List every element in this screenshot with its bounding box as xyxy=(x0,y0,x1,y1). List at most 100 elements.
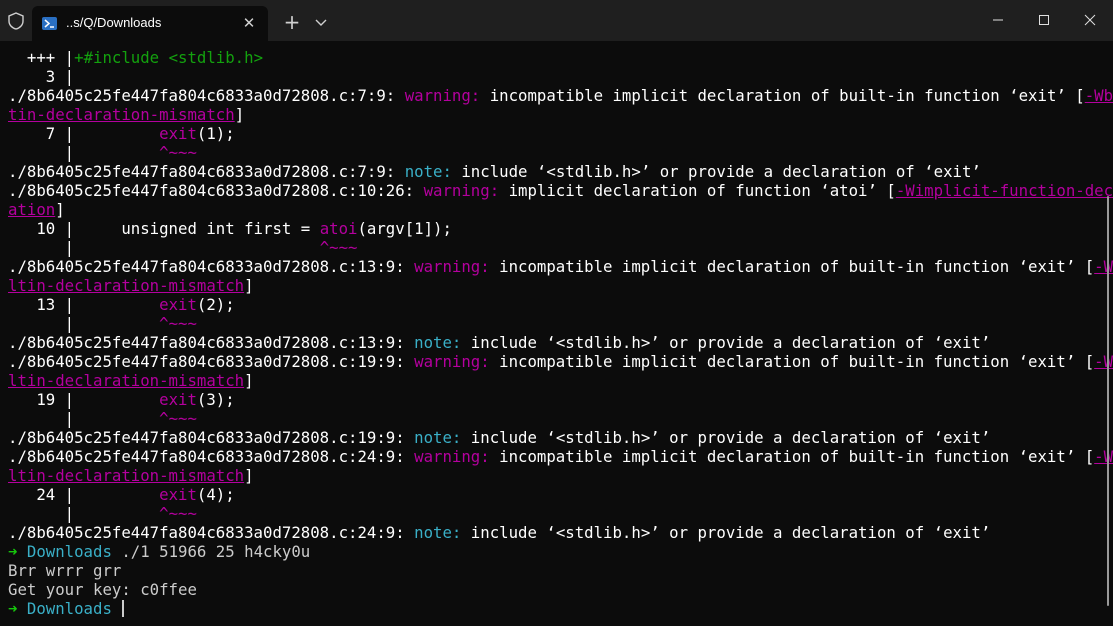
terminal-text: ’ xyxy=(971,162,981,181)
powershell-icon xyxy=(42,17,57,30)
terminal-text: ’ or provide a declaration of ‘ xyxy=(650,428,944,447)
terminal-text: ’ [ xyxy=(1056,86,1085,105)
terminal-text: +#include <stdlib.h> xyxy=(74,48,264,67)
terminal-line: ltin-declaration-mismatch] xyxy=(8,276,1105,295)
terminal-text: ./8b6405c25fe447fa804c6833a0d72808.c:24:… xyxy=(8,447,415,466)
terminal-text: | xyxy=(8,409,160,428)
minimize-icon xyxy=(993,19,1003,21)
terminal-text: incompatible implicit declaration of bui… xyxy=(489,352,1029,371)
terminal-text: warning: xyxy=(423,181,500,200)
terminal-text: | xyxy=(8,238,320,257)
terminal-line: ./8b6405c25fe447fa804c6833a0d72808.c:19:… xyxy=(8,428,1105,447)
close-button[interactable] xyxy=(1067,0,1113,40)
terminal-text: -Wbuil xyxy=(1084,86,1113,105)
terminal-text: atoi xyxy=(319,219,358,238)
terminal-line: Get your key: c0ffee xyxy=(8,580,1105,599)
terminal-text: -Wbui xyxy=(1094,447,1113,466)
terminal-text: ./8b6405c25fe447fa804c6833a0d72808.c:10:… xyxy=(8,181,424,200)
terminal-text: ltin-declaration-mismatch xyxy=(8,371,245,390)
terminal-line: | ^~~~ xyxy=(8,504,1105,523)
terminal-text: Get your key: c0ffee xyxy=(8,580,197,599)
terminal-text: atoi xyxy=(829,181,868,200)
terminal-text: warning: xyxy=(414,257,490,276)
terminal-text: Downloads xyxy=(26,599,112,618)
terminal-line: ./8b6405c25fe447fa804c6833a0d72808.c:13:… xyxy=(8,257,1113,276)
terminal-output[interactable]: +++ |+#include <stdlib.h> 3 | ./8b6405c25… xyxy=(8,48,1113,618)
terminal-line: Brr wrrr grr xyxy=(8,561,1105,580)
chevron-down-icon[interactable] xyxy=(311,10,331,34)
terminal-text: include ‘ xyxy=(461,428,556,447)
terminal-text: include ‘ xyxy=(451,162,547,181)
new-tab-button[interactable]: + xyxy=(280,10,304,34)
terminal-text: exit xyxy=(943,428,981,447)
terminal-text: note: xyxy=(414,333,462,352)
terminal-text: 7 | xyxy=(8,124,160,143)
terminal-text: ./8b6405c25fe447fa804c6833a0d72808.c:7:9… xyxy=(8,162,405,181)
terminal-line: | ^~~~ xyxy=(8,238,1105,257)
terminal-text: exit xyxy=(1028,352,1066,371)
terminal-text: ’ or provide a declaration of ‘ xyxy=(650,333,944,352)
terminal-text: exit xyxy=(943,333,981,352)
terminal-line: ./8b6405c25fe447fa804c6833a0d72808.c:24:… xyxy=(8,447,1113,466)
terminal-text: warning: xyxy=(414,447,490,466)
terminal-line: ./8b6405c25fe447fa804c6833a0d72808.c:10:… xyxy=(8,181,1113,200)
tab-downloads[interactable]: ..s/Q/Downloads ✕ xyxy=(32,6,268,41)
terminal-text: ^~~~ xyxy=(159,314,197,333)
prompt-arrow: ➜ xyxy=(8,542,27,561)
terminal-text: | xyxy=(8,143,160,162)
terminal-text: ./8b6405c25fe447fa804c6833a0d72808.c:24:… xyxy=(8,523,415,542)
terminal-text: ./8b6405c25fe447fa804c6833a0d72808.c:19:… xyxy=(8,428,415,447)
terminal-line: ltin-declaration-mismatch] xyxy=(8,466,1105,485)
terminal-text: ./8b6405c25fe447fa804c6833a0d72808.c:13:… xyxy=(8,257,415,276)
terminal-text: ] xyxy=(244,371,254,390)
terminal-text: ’ [ xyxy=(1065,447,1095,466)
terminal-text: note: xyxy=(404,162,452,181)
terminal-text: include ‘ xyxy=(461,333,556,352)
terminal-text: <stdlib.h> xyxy=(555,428,651,447)
terminal-line: tin-declaration-mismatch] xyxy=(8,105,1105,124)
terminal-text: ltin-declaration-mismatch xyxy=(8,466,245,485)
terminal-text: ’ xyxy=(980,428,991,447)
terminal-text: (argv[1]); xyxy=(357,219,452,238)
terminal-text: -Wimplicit-function-declar xyxy=(895,181,1113,200)
terminal-text: 3 | xyxy=(8,67,75,86)
terminal-text: warning: xyxy=(414,352,490,371)
terminal-text: note: xyxy=(414,428,462,447)
terminal-text: exit xyxy=(159,295,197,314)
terminal-line: | ^~~~ xyxy=(8,409,1105,428)
tab-close-icon[interactable]: ✕ xyxy=(240,14,258,32)
terminal-text: ’ or provide a declaration of ‘ xyxy=(650,523,944,542)
terminal-text: exit xyxy=(1028,447,1066,466)
terminal-text: ’ xyxy=(980,333,991,352)
terminal-text: ] xyxy=(234,105,245,124)
minimize-button[interactable] xyxy=(975,0,1021,40)
terminal-text: ] xyxy=(244,276,254,295)
terminal-text: ’ xyxy=(980,523,991,542)
terminal-line: ./8b6405c25fe447fa804c6833a0d72808.c:19:… xyxy=(8,352,1113,371)
terminal-text: implicit declaration of function ‘ xyxy=(499,181,830,200)
terminal-text: | xyxy=(8,314,160,333)
terminal-line: +++ |+#include <stdlib.h> xyxy=(8,48,1105,67)
terminal-text: exit xyxy=(1018,86,1057,105)
terminal-text: exit xyxy=(159,485,197,504)
terminal-text: ] xyxy=(55,200,65,219)
terminal-line: 3 | xyxy=(8,67,1105,86)
terminal-text: ’ [ xyxy=(1065,352,1095,371)
terminal-text: note: xyxy=(414,523,462,542)
text-cursor xyxy=(122,600,124,617)
terminal-text: ’ [ xyxy=(1065,257,1095,276)
scrollbar[interactable] xyxy=(1107,196,1109,606)
terminal-text: 10 | unsigned int first = xyxy=(8,219,320,238)
terminal-line: ➜ Downloads xyxy=(8,599,1105,618)
terminal-line: 24 | exit(4); xyxy=(8,485,1105,504)
terminal-line: ./8b6405c25fe447fa804c6833a0d72808.c:24:… xyxy=(8,523,1105,542)
terminal-text: exit xyxy=(159,390,197,409)
maximize-button[interactable] xyxy=(1021,0,1067,40)
terminal-text: exit xyxy=(159,124,197,143)
terminal-text: ^~~~ xyxy=(319,238,358,257)
terminal-text: exit xyxy=(1028,257,1066,276)
shield-icon[interactable] xyxy=(6,11,26,31)
terminal-text: ./8b6405c25fe447fa804c6833a0d72808.c:7:9… xyxy=(8,86,405,105)
terminal-text: <stdlib.h> xyxy=(555,523,651,542)
